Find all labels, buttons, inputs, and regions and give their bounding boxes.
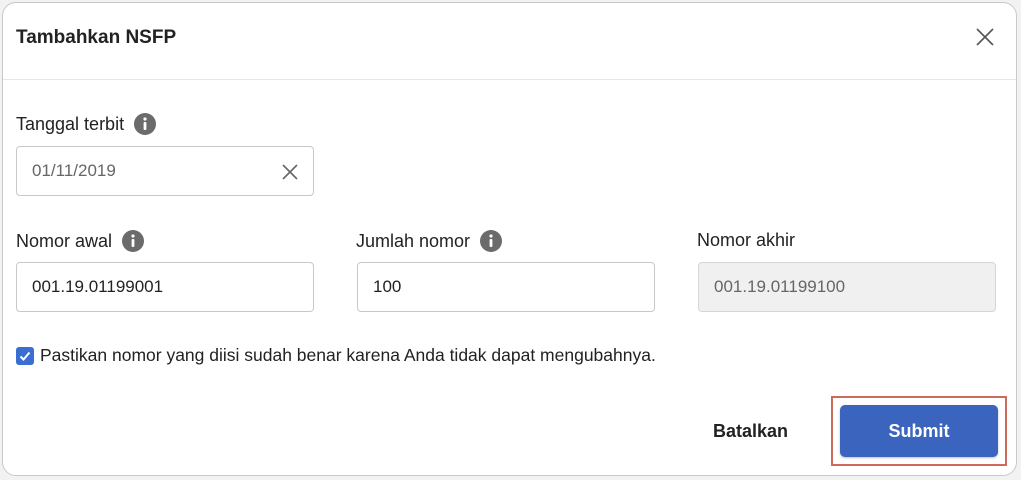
check-icon [19,351,31,361]
confirm-checkbox[interactable] [16,346,34,365]
jumlah-nomor-field[interactable] [357,262,655,312]
tanggal-terbit-label-text: Tanggal terbit [16,113,125,134]
close-icon [976,28,994,46]
nomor-awal-field[interactable] [16,262,314,312]
jumlah-nomor-label: Jumlah nomor [356,230,503,252]
nomor-akhir-label-text: Nomor akhir [697,230,796,250]
nomor-akhir-label: Nomor akhir [697,230,795,251]
info-icon[interactable] [122,230,145,252]
dialog-title: Tambahkan NSFP [16,27,177,48]
add-nsfp-dialog: Tambahkan NSFP Tanggal terbit Nomor awal [2,2,1017,476]
cancel-button[interactable]: Batalkan [713,421,788,442]
info-icon[interactable] [134,113,157,135]
nomor-awal-input[interactable] [17,277,313,297]
jumlah-nomor-input[interactable] [358,277,654,297]
nomor-akhir-field [698,262,996,312]
dialog-header: Tambahkan NSFP [3,3,1016,80]
close-button[interactable] [973,25,997,49]
tanggal-terbit-label: Tanggal terbit [16,113,157,135]
submit-button[interactable]: Submit [840,405,998,457]
confirm-row: Pastikan nomor yang diisi sudah benar ka… [16,345,656,366]
nomor-awal-label: Nomor awal [16,230,145,252]
info-icon[interactable] [480,230,503,252]
confirm-text: Pastikan nomor yang diisi sudah benar ka… [40,345,656,365]
tanggal-terbit-input[interactable] [17,161,313,181]
tanggal-terbit-field[interactable] [16,146,314,196]
clear-icon[interactable] [280,162,300,182]
nomor-akhir-input [699,277,995,297]
jumlah-nomor-label-text: Jumlah nomor [356,230,471,251]
nomor-awal-label-text: Nomor awal [16,230,113,251]
